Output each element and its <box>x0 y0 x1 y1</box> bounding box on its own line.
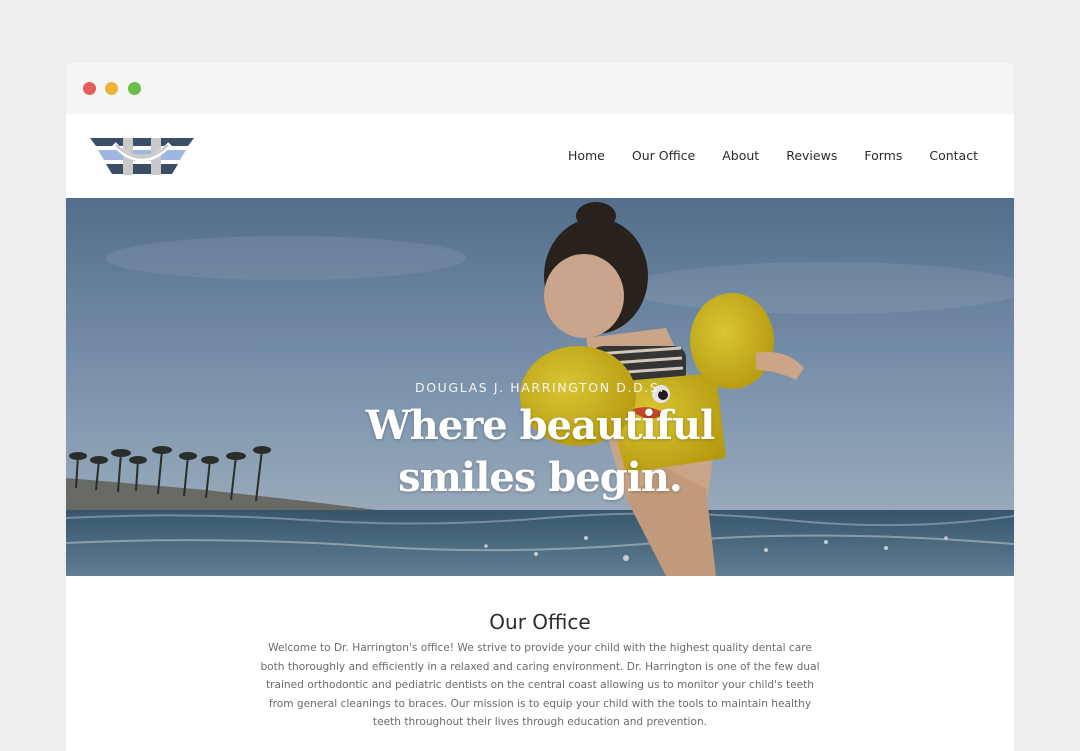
hero-title-line-1: Where beautiful <box>365 402 715 449</box>
section-heading: Our Office <box>489 610 591 634</box>
site-header: Home Our Office About Reviews Forms Cont… <box>66 114 1014 198</box>
nav-about[interactable]: About <box>722 148 759 163</box>
our-office-section: Our Office Welcome to Dr. Harrington's o… <box>66 576 1014 751</box>
nav-our-office[interactable]: Our Office <box>632 148 695 163</box>
hero-title-line-2: smiles begin. <box>398 454 683 501</box>
logo-icon[interactable] <box>90 138 194 175</box>
main-nav: Home Our Office About Reviews Forms Cont… <box>541 148 978 163</box>
browser-window: Home Our Office About Reviews Forms Cont… <box>66 62 1014 751</box>
nav-contact[interactable]: Contact <box>929 148 978 163</box>
hero-title: Where beautiful smiles begin. <box>66 400 1014 504</box>
window-titlebar <box>66 62 1014 114</box>
maximize-window-button[interactable] <box>128 82 141 95</box>
section-body: Welcome to Dr. Harrington's office! We s… <box>260 642 820 729</box>
close-window-button[interactable] <box>83 82 96 95</box>
nav-reviews[interactable]: Reviews <box>786 148 837 163</box>
hero-eyebrow: DOUGLAS J. HARRINGTON D.D.S. <box>415 380 665 395</box>
nav-home[interactable]: Home <box>568 148 605 163</box>
nav-forms[interactable]: Forms <box>864 148 902 163</box>
hero-banner: DOUGLAS J. HARRINGTON D.D.S. Where beaut… <box>66 198 1014 576</box>
minimize-window-button[interactable] <box>105 82 118 95</box>
